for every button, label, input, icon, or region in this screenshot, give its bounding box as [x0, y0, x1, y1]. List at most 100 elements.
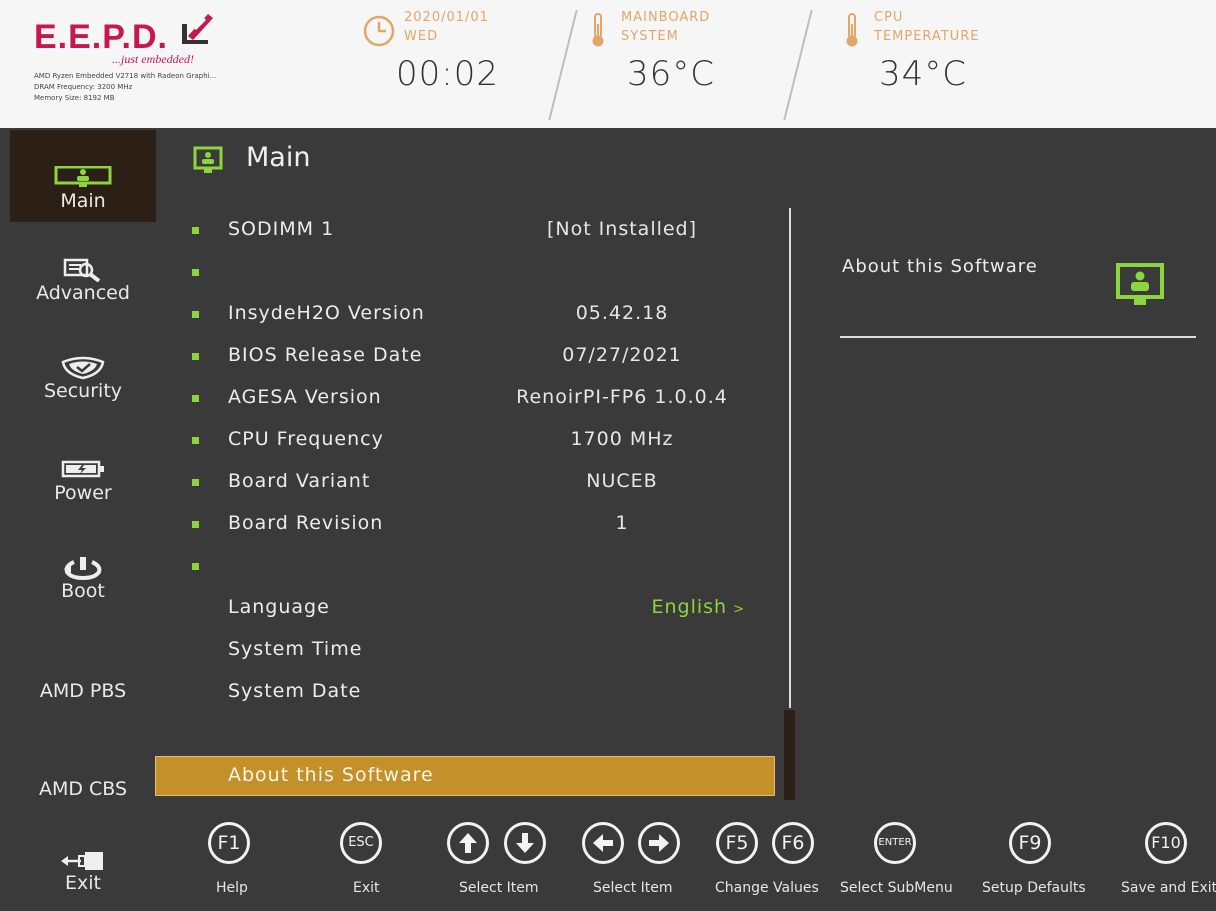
logo-mark-icon — [182, 14, 213, 44]
sidebar-item-label: AMD CBS — [38, 778, 128, 800]
row-value: RenoirPI-FP6 1.0.0.4 — [516, 386, 728, 408]
select-submenu-key-label: Select SubMenu — [840, 880, 953, 896]
row-value: 1 — [615, 512, 629, 534]
shield-icon — [61, 356, 105, 380]
dram-frequency-text: DRAM Frequency: 3200 MHz — [34, 83, 133, 91]
thermometer-icon — [846, 13, 858, 47]
time-display: 00:02 — [396, 54, 499, 94]
cpu-temp-label: CPU TEMPERATURE — [874, 8, 980, 46]
language-value: English — [651, 596, 728, 618]
row-value: [Not Installed] — [546, 218, 698, 240]
mainboard-label-line2: SYSTEM — [621, 29, 679, 44]
mainboard-label: MAINBOARD SYSTEM — [621, 8, 710, 46]
info-row-sodimm: SODIMM 1 [Not Installed] — [155, 216, 775, 246]
row-label: AGESA Version — [228, 386, 382, 408]
f6-key[interactable]: F6 — [772, 822, 814, 864]
language-row[interactable]: Language English > — [155, 594, 775, 624]
weekday-text: WED — [404, 29, 439, 44]
sidebar-item-label: Security — [43, 380, 123, 402]
help-key-label: Help — [216, 880, 248, 896]
select-item-key-label: Select Item — [593, 880, 673, 896]
arrow-left-icon — [593, 834, 613, 852]
sidebar-item-power[interactable]: Power — [10, 460, 156, 520]
row-label: Board Revision — [228, 512, 384, 534]
sidebar-item-exit[interactable]: Exit — [10, 850, 156, 902]
arrow-left-key[interactable] — [582, 822, 624, 864]
about-software-label: About this Software — [228, 764, 434, 786]
sidebar-item-label: Power — [54, 482, 112, 504]
arrow-right-key[interactable] — [638, 822, 680, 864]
clock-icon — [363, 15, 395, 47]
language-select[interactable]: English > — [460, 596, 745, 618]
info-row-agesa-version: AGESA Version RenoirPI-FP6 1.0.0.4 — [155, 384, 775, 414]
date-text: 2020/01/01 — [404, 10, 489, 25]
divider — [548, 10, 578, 120]
sidebar-item-security[interactable]: Security — [10, 356, 156, 416]
memory-size-text: Memory Size: 8192 MB — [34, 94, 115, 102]
help-title: About this Software — [842, 256, 1038, 277]
monitor-icon — [54, 166, 112, 187]
exit-key-label: Exit — [353, 880, 380, 896]
row-value: NUCEB — [586, 470, 658, 492]
save-and-exit-key-label: Save and Exit — [1121, 880, 1216, 896]
sidebar-item-amd-pbs[interactable]: AMD PBS — [10, 680, 156, 710]
sidebar-item-boot[interactable]: Boot — [10, 556, 156, 616]
select-item-key-label: Select Item — [459, 880, 539, 896]
cpu-model-text: AMD Ryzen Embedded V2718 with Radeon Gra… — [34, 72, 217, 80]
sidebar-item-main[interactable]: Main — [10, 130, 156, 222]
battery-icon — [61, 460, 104, 478]
row-value: 07/27/2021 — [562, 344, 682, 366]
f1-key[interactable]: F1 — [208, 822, 250, 864]
system-date-label: System Date — [228, 680, 362, 702]
sidebar-item-advanced[interactable]: Advanced — [10, 256, 156, 316]
sidebar-item-amd-cbs[interactable]: AMD CBS — [10, 778, 156, 808]
mainboard-label-line1: MAINBOARD — [621, 10, 711, 25]
info-row-board-variant: Board Variant NUCEB — [155, 468, 775, 498]
sidebar-item-label: Boot — [61, 580, 105, 602]
row-label: Board Variant — [228, 470, 371, 492]
cpu-label-line1: CPU — [874, 10, 904, 25]
system-date-row[interactable]: System Date — [155, 678, 775, 708]
bullet-marker — [192, 227, 199, 234]
f10-key[interactable]: F10 — [1145, 822, 1187, 864]
row-label: InsydeH2O Version — [228, 302, 425, 324]
thermometer-icon — [592, 13, 604, 47]
arrow-down-key[interactable] — [504, 822, 546, 864]
row-value: 05.42.18 — [575, 302, 669, 324]
about-software-item[interactable]: About this Software — [155, 756, 775, 796]
esc-key[interactable]: ESC — [340, 822, 382, 864]
cpu-label-line2: TEMPERATURE — [874, 29, 980, 44]
system-time-label: System Time — [228, 638, 363, 660]
chevron-right-icon: > — [733, 602, 745, 617]
bullet-marker — [192, 521, 199, 528]
arrow-right-icon — [649, 834, 669, 852]
arrow-up-key[interactable] — [447, 822, 489, 864]
row-value: 1700 MHz — [570, 428, 674, 450]
exit-icon — [61, 852, 103, 870]
help-separator — [840, 336, 1196, 338]
enter-key[interactable]: ENTER — [874, 822, 916, 864]
system-time-row[interactable]: System Time — [155, 636, 775, 666]
bullet-marker — [192, 311, 199, 318]
monitor-icon — [1116, 263, 1164, 305]
scrollbar-thumb[interactable] — [784, 710, 795, 800]
brand-tagline: ...just embedded! — [112, 52, 194, 66]
bullet-marker — [192, 353, 199, 360]
panel-divider — [789, 208, 791, 708]
f9-key[interactable]: F9 — [1009, 822, 1051, 864]
page-title: Main — [246, 142, 311, 173]
bullet-marker — [192, 563, 199, 570]
language-label: Language — [228, 596, 330, 618]
row-label: CPU Frequency — [228, 428, 384, 450]
sidebar-item-label: AMD PBS — [39, 680, 127, 702]
info-row-cpu-frequency: CPU Frequency 1700 MHz — [155, 426, 775, 456]
header-bar: E.E.P.D. ...just embedded! AMD Ryzen Emb… — [0, 0, 1216, 128]
arrow-up-icon — [459, 833, 477, 853]
power-icon — [64, 557, 102, 580]
info-row-blank — [155, 552, 775, 582]
mainboard-temperature: 36°C — [627, 54, 716, 94]
arrow-down-icon — [516, 833, 534, 853]
bullet-marker — [192, 395, 199, 402]
f5-key[interactable]: F5 — [716, 822, 758, 864]
magnifier-icon — [63, 258, 101, 282]
